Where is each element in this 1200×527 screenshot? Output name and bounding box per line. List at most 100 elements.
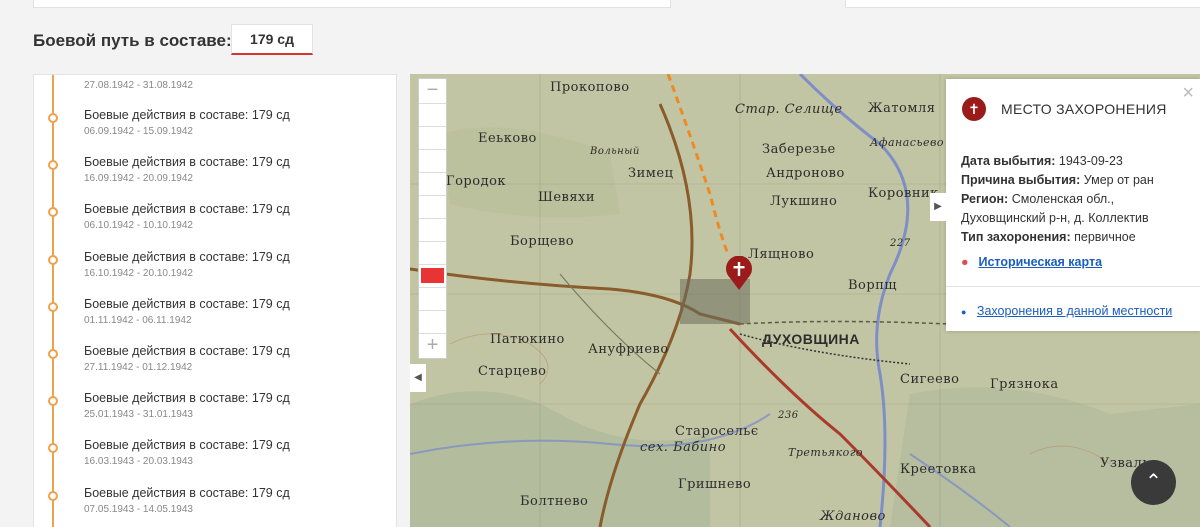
timeline-item[interactable]: Боевые действия в составе: 179 сд 16.03.1… (34, 438, 394, 484)
timeline-item[interactable]: Боевые действия в составе: 179 сд 06.09.1… (34, 108, 394, 154)
cross-icon: ✝ (962, 97, 986, 121)
map-label: Жатомля (868, 101, 936, 116)
divider (946, 286, 1200, 287)
top-card-right (845, 0, 1200, 8)
zoom-step[interactable] (419, 310, 446, 333)
timeline-item-title: Боевые действия в составе: 179 сд (84, 155, 290, 170)
nearby-row: ● Захоронения в данной местности (961, 304, 1172, 318)
map-label: Гришнево (678, 477, 752, 492)
zoom-step[interactable] (419, 126, 446, 149)
timeline-item-dates: 16.03.1943 - 20.03.1943 (84, 456, 193, 468)
map-label: Старосельє (675, 424, 759, 439)
map-label: Борщево (510, 234, 575, 249)
timeline-item-title: Боевые действия в составе: 179 сд (84, 485, 290, 500)
timeline-dot-icon (48, 443, 58, 454)
timeline-dot-icon (48, 349, 58, 359)
timeline-item-title: Боевые действия в составе: 179 сд (84, 249, 290, 264)
zoom-step[interactable] (419, 287, 446, 310)
map-label: Ворпщ (848, 278, 897, 293)
timeline-dot-icon (48, 207, 58, 218)
timeline-item-dates: 27.11.1942 - 01.12.1942 (84, 362, 193, 373)
reason-label: Причина выбытия: (961, 173, 1081, 187)
timeline-dot-icon (48, 490, 58, 501)
zoom-level-handle[interactable] (419, 264, 446, 287)
reason-value: Умер от ран (1083, 173, 1154, 187)
map-label: Коровник (868, 186, 939, 201)
timeline-item-title: Боевые действия в составе: 179 сд (84, 296, 290, 311)
timeline-item-dates: 16.10.1942 - 20.10.1942 (84, 267, 193, 279)
nearby-burials-link[interactable]: Захоронения в данной местности (977, 304, 1172, 318)
map-label: Лукшино (770, 194, 838, 209)
timeline-first-dates: 27.08.1942 - 31.08.1942 (84, 80, 193, 91)
historical-map-row: ● Историческая карта (961, 255, 1102, 269)
timeline-item-dates: 06.09.1942 - 15.09.1942 (84, 126, 193, 137)
map-label: Зимец (628, 166, 674, 181)
timeline-panel: 27.08.1942 - 31.08.1942 Боевые действия … (33, 74, 397, 527)
popup-title: МЕСТО ЗАХОРОНЕНИЯ (1001, 101, 1167, 117)
timeline-item[interactable]: Боевые действия в составе: 179 сд 27.11.1… (34, 344, 394, 390)
map-label: Шевяхи (538, 190, 596, 205)
date-value: 1943-09-23 (1058, 154, 1123, 168)
zoom-step[interactable] (419, 172, 446, 195)
timeline-item[interactable]: Боевые действия в составе: 179 сд 07.05.1… (34, 486, 394, 527)
timeline-item-dates: 06.10.1942 - 10.10.1942 (84, 220, 193, 232)
zoom-step[interactable] (419, 195, 446, 218)
map-label: Стар. Селище (735, 102, 843, 117)
timeline-item-dates: 25.01.1943 - 31.01.1943 (84, 409, 193, 421)
map-label: Городок (446, 174, 507, 189)
map-label: Жданово (820, 509, 886, 524)
timeline-dot-icon (48, 160, 58, 171)
timeline-item-title: Боевые действия в составе: 179 сд (84, 202, 290, 217)
division-selector[interactable]: 179 сд (231, 24, 313, 55)
region-label: Регион: (961, 192, 1009, 206)
timeline-dot-icon (48, 113, 58, 123)
map-label: Сигеево (900, 372, 960, 387)
combat-path-label: Боевой путь в составе: (33, 31, 232, 50)
map-label: Вольный (590, 146, 640, 157)
zoom-control: − + (418, 78, 447, 359)
map-label: сех. Бабино (640, 440, 727, 455)
timeline-item[interactable]: Боевые действия в составе: 179 сд 06.10.1… (34, 202, 394, 248)
timeline-item[interactable]: Боевые действия в составе: 179 сд 01.11.1… (34, 297, 394, 343)
timeline-item-title: Боевые действия в составе: 179 сд (84, 438, 290, 453)
timeline-dot-icon (48, 254, 58, 265)
popup-details: Дата выбытия: 1943-09-23 Причина выбытия… (961, 152, 1191, 247)
top-card-left (33, 0, 671, 8)
date-label: Дата выбытия: (961, 154, 1056, 168)
map-label: 227 (890, 238, 911, 249)
burial-info-popup: ▶ × ✝ МЕСТО ЗАХОРОНЕНИЯ Дата выбытия: 19… (930, 79, 1200, 331)
zoom-step[interactable] (419, 103, 446, 126)
timeline-item-title: Боевые действия в составе: 179 сд (84, 108, 290, 122)
timeline-item[interactable]: Боевые действия в составе: 179 сд 25.01.1… (34, 391, 394, 437)
map-label: ДУХОВЩИНА (762, 331, 860, 347)
map-label: Третьякого (788, 446, 863, 459)
map-label: Андроново (766, 166, 845, 181)
zoom-out-button[interactable]: − (419, 79, 446, 103)
historical-map-link[interactable]: Историческая карта (978, 255, 1102, 269)
type-label: Тип захоронения: (961, 230, 1071, 244)
map-label: Лящново (748, 247, 815, 262)
zoom-step[interactable] (419, 241, 446, 264)
map-label: Патюкино (490, 332, 565, 347)
map-label: Прокопово (550, 80, 630, 95)
close-icon[interactable]: × (1182, 83, 1194, 103)
map-label: Заберезье (762, 142, 836, 157)
timeline-dot-icon (48, 301, 58, 312)
zoom-step[interactable] (419, 149, 446, 172)
historical-map[interactable]: Прокопово Ееьково Стар. Селище Жатомля З… (410, 74, 1200, 527)
timeline-dot-icon (48, 396, 58, 407)
zoom-step[interactable] (419, 218, 446, 241)
timeline-item[interactable]: Боевые действия в составе: 179 сд 16.10.1… (34, 250, 394, 296)
timeline-item[interactable]: Боевые действия в составе: 179 сд 16.09.1… (34, 155, 394, 201)
collapse-left-arrow-icon[interactable]: ◀ (410, 364, 426, 392)
map-label: Старцево (478, 364, 547, 379)
scroll-top-chevron-up-icon[interactable]: ⌃ (1131, 460, 1176, 505)
timeline-item-dates: 01.11.1942 - 06.11.1942 (84, 314, 192, 326)
collapse-right-arrow-icon[interactable]: ▶ (930, 193, 946, 221)
map-label: 236 (778, 410, 799, 421)
bullet-icon: ● (961, 307, 967, 317)
burial-marker-icon[interactable] (724, 256, 754, 290)
map-label: Ануфриево (588, 342, 669, 357)
zoom-in-button[interactable]: + (419, 333, 446, 358)
map-label: Грязнока (990, 377, 1059, 392)
